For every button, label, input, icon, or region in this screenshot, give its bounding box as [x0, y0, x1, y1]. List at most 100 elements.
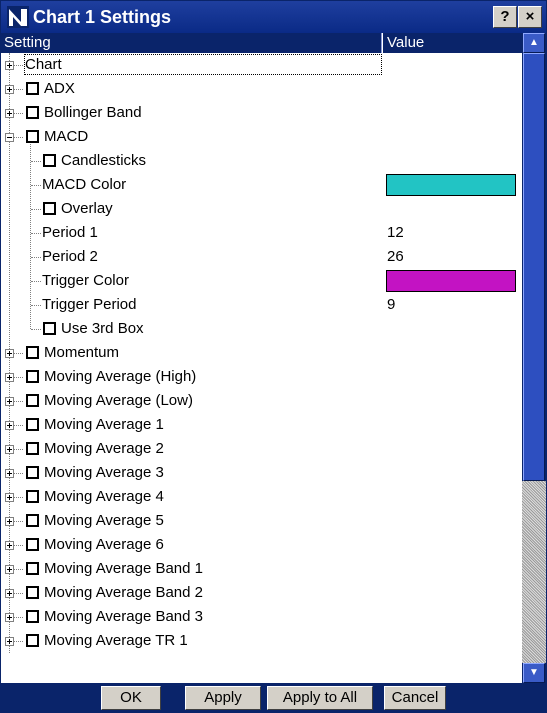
tree-row[interactable]: Bollinger Band	[1, 101, 522, 125]
window-title: Chart 1 Settings	[33, 7, 172, 27]
expand-plus-icon[interactable]	[5, 589, 14, 598]
expand-plus-icon[interactable]	[5, 61, 14, 70]
tree-row[interactable]: Moving Average Band 2	[1, 581, 522, 605]
checkbox[interactable]	[26, 466, 39, 479]
checkbox[interactable]	[26, 394, 39, 407]
column-header-value[interactable]: Value	[383, 33, 522, 53]
checkbox[interactable]	[26, 418, 39, 431]
scroll-track-hatch[interactable]	[522, 481, 546, 663]
tree-row[interactable]: Candlesticks	[1, 149, 522, 173]
checkbox[interactable]	[26, 586, 39, 599]
tree-row[interactable]: Period 2 26	[1, 245, 522, 269]
tree-row[interactable]: Moving Average TR 1	[1, 629, 522, 653]
vertical-scrollbar[interactable]: ▲ ▼	[522, 33, 546, 683]
expand-plus-icon[interactable]	[5, 373, 14, 382]
color-swatch[interactable]	[386, 174, 516, 196]
expand-plus-icon[interactable]	[5, 469, 14, 478]
tree-row[interactable]: Moving Average Band 1	[1, 557, 522, 581]
tree-row[interactable]: Moving Average 6	[1, 533, 522, 557]
checkbox[interactable]	[26, 82, 39, 95]
tree-row[interactable]: Moving Average (High)	[1, 365, 522, 389]
expand-plus-icon[interactable]	[5, 517, 14, 526]
checkbox[interactable]	[26, 346, 39, 359]
tree-row[interactable]: Period 1 12	[1, 221, 522, 245]
expand-plus-icon[interactable]	[5, 397, 14, 406]
title-bar[interactable]: Chart 1 Settings ? ×	[1, 1, 546, 33]
tree-connector-line	[31, 209, 41, 210]
tree-item-label: Bollinger Band	[44, 104, 142, 121]
button-bar: OK Apply Apply to All Cancel	[1, 683, 546, 712]
tree-row[interactable]: Moving Average 5	[1, 509, 522, 533]
tree-connector-line	[14, 617, 23, 618]
tree-row[interactable]: MACD Color	[1, 173, 522, 197]
expand-plus-icon[interactable]	[5, 613, 14, 622]
scroll-up-button[interactable]: ▲	[523, 33, 545, 53]
setting-value[interactable]: 12	[387, 224, 404, 241]
expand-plus-icon[interactable]	[5, 565, 14, 574]
expand-plus-icon[interactable]	[5, 493, 14, 502]
tree-item-label: Moving Average 2	[44, 440, 164, 457]
tree-connector-line	[14, 569, 23, 570]
tree-item-label: Chart	[25, 56, 62, 73]
tree-row[interactable]: Moving Average 3	[1, 461, 522, 485]
expand-plus-icon[interactable]	[5, 421, 14, 430]
collapse-minus-icon[interactable]	[5, 133, 14, 142]
chevron-up-icon: ▲	[529, 37, 539, 48]
scroll-thumb[interactable]	[523, 53, 545, 481]
expand-plus-icon[interactable]	[5, 349, 14, 358]
checkbox[interactable]	[26, 442, 39, 455]
checkbox[interactable]	[43, 322, 56, 335]
apply-to-all-button[interactable]: Apply to All	[267, 686, 373, 710]
color-swatch[interactable]	[386, 270, 516, 292]
checkbox[interactable]	[26, 130, 39, 143]
app-logo-icon	[7, 6, 29, 28]
tree-connector-line	[14, 425, 23, 426]
tree-row[interactable]: Moving Average 2	[1, 437, 522, 461]
expand-plus-icon[interactable]	[5, 541, 14, 550]
checkbox[interactable]	[26, 538, 39, 551]
tree-item-label: Use 3rd Box	[61, 320, 144, 337]
checkbox[interactable]	[43, 202, 56, 215]
tree-row[interactable]: Chart	[1, 53, 522, 77]
scroll-track[interactable]	[522, 53, 546, 663]
checkbox[interactable]	[26, 514, 39, 527]
apply-button[interactable]: Apply	[185, 686, 261, 710]
help-button[interactable]: ?	[493, 6, 517, 28]
column-header-setting[interactable]: Setting	[1, 33, 382, 53]
tree-row[interactable]: ADX	[1, 77, 522, 101]
tree-row[interactable]: Momentum	[1, 341, 522, 365]
tree-row[interactable]: MACD	[1, 125, 522, 149]
tree-row[interactable]: Moving Average 1	[1, 413, 522, 437]
tree-row[interactable]: Use 3rd Box	[1, 317, 522, 341]
tree-connector-line	[31, 185, 41, 186]
tree-row[interactable]: Overlay	[1, 197, 522, 221]
tree-row[interactable]: Moving Average (Low)	[1, 389, 522, 413]
setting-value[interactable]: 9	[387, 296, 395, 313]
expand-plus-icon[interactable]	[5, 85, 14, 94]
close-button[interactable]: ×	[518, 6, 542, 28]
tree-connector-line	[14, 545, 23, 546]
checkbox[interactable]	[26, 610, 39, 623]
tree-item-label: Moving Average 4	[44, 488, 164, 505]
tree-row[interactable]: Trigger Color	[1, 269, 522, 293]
cancel-button[interactable]: Cancel	[384, 686, 446, 710]
tree-connector-line	[14, 113, 23, 114]
checkbox[interactable]	[26, 490, 39, 503]
tree-row[interactable]: Moving Average Band 3	[1, 605, 522, 629]
expand-plus-icon[interactable]	[5, 445, 14, 454]
scroll-down-button[interactable]: ▼	[523, 663, 545, 683]
tree-row[interactable]: Moving Average 4	[1, 485, 522, 509]
checkbox[interactable]	[26, 562, 39, 575]
checkbox[interactable]	[26, 370, 39, 383]
tree-item-label: Trigger Color	[42, 272, 129, 289]
checkbox[interactable]	[43, 154, 56, 167]
settings-tree[interactable]: Chart ADX Bollinger Band MACD Candlesticks MA…	[1, 53, 522, 683]
expand-plus-icon[interactable]	[5, 109, 14, 118]
ok-button[interactable]: OK	[101, 686, 161, 710]
checkbox[interactable]	[26, 634, 39, 647]
tree-row[interactable]: Trigger Period 9	[1, 293, 522, 317]
expand-plus-icon[interactable]	[5, 637, 14, 646]
checkbox[interactable]	[26, 106, 39, 119]
setting-value[interactable]: 26	[387, 248, 404, 265]
tree-item-label: Moving Average 6	[44, 536, 164, 553]
